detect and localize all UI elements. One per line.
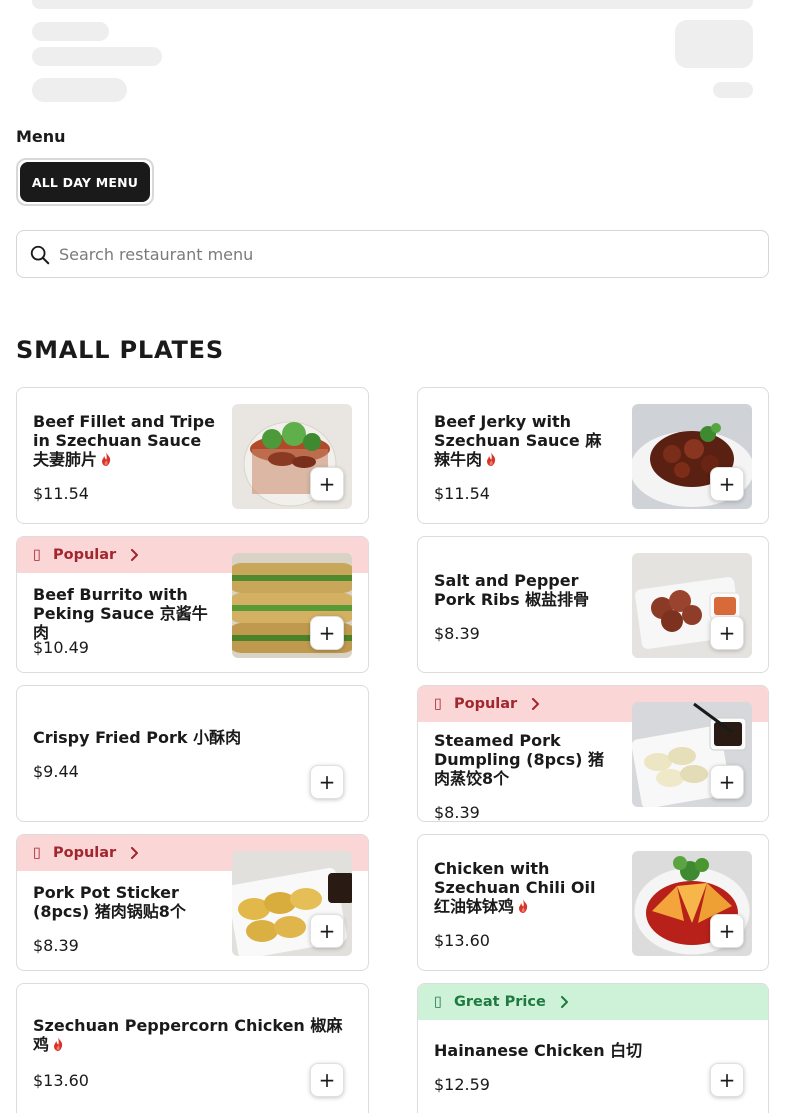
chevron-right-icon (560, 996, 568, 1008)
badge-label: Popular (454, 696, 518, 712)
menu-item-card[interactable]: ▯ Popular Beef Burrito with Peking Sauce… (16, 536, 369, 673)
menu-item-card[interactable]: Chicken with Szechuan Chili Oil 红油钵钵鸡 $1… (417, 834, 769, 971)
popular-icon: ▯ (33, 547, 41, 563)
item-price: $11.54 (434, 484, 490, 503)
skeleton-line (32, 22, 109, 41)
badge-label: Great Price (454, 994, 546, 1010)
item-price: $10.49 (33, 638, 89, 657)
add-item-button[interactable]: + (710, 616, 744, 650)
skeleton-line (32, 78, 127, 102)
section-title: SMALL PLATES (16, 336, 224, 364)
menu-item-card[interactable]: ▯ Popular Pork Pot Sticker (8pcs) 猪肉锅贴8个… (16, 834, 369, 971)
add-item-button[interactable]: + (710, 914, 744, 948)
item-price: $13.60 (434, 931, 490, 950)
menu-item-card[interactable]: Beef Jerky with Szechuan Sauce 麻辣牛肉 $11.… (417, 387, 769, 524)
item-price: $12.59 (434, 1075, 490, 1094)
menu-heading: Menu (16, 127, 66, 146)
badge-label: Popular (53, 845, 117, 861)
item-name: Salt and Pepper Pork Ribs 椒盐排骨 (434, 571, 590, 609)
chevron-right-icon (130, 847, 138, 859)
item-price: $9.44 (33, 762, 79, 781)
item-name: Szechuan Peppercorn Chicken 椒麻鸡 (33, 1016, 343, 1054)
item-name: Beef Jerky with Szechuan Sauce 麻辣牛肉 (434, 412, 602, 469)
menu-item-card[interactable]: ▯ Popular Steamed Pork Dumpling (8pcs) 猪… (417, 685, 769, 822)
add-item-button[interactable]: + (310, 467, 344, 501)
item-name: Hainanese Chicken 白切 (434, 1041, 643, 1060)
search-bar[interactable] (16, 230, 769, 278)
skeleton-line (713, 82, 753, 98)
menu-item-card[interactable]: Beef Fillet and Tripe in Szechuan Sauce … (16, 387, 369, 524)
item-name: Steamed Pork Dumpling (8pcs) 猪肉蒸饺8个 (434, 731, 604, 788)
add-item-button[interactable]: + (310, 765, 344, 799)
item-name: Beef Fillet and Tripe in Szechuan Sauce … (33, 412, 215, 469)
flame-icon (517, 899, 529, 913)
great-price-icon: ▯ (434, 994, 442, 1010)
menu-tab-label: ALL DAY MENU (20, 162, 150, 202)
flame-icon (485, 452, 497, 466)
skeleton-bar (32, 0, 753, 9)
menu-item-card[interactable]: ▯ Great Price Hainanese Chicken 白切 $12.5… (417, 983, 769, 1113)
item-price: $8.39 (434, 803, 480, 822)
badge-label: Popular (53, 547, 117, 563)
add-item-button[interactable]: + (310, 1063, 344, 1097)
search-icon (30, 245, 50, 265)
add-item-button[interactable]: + (710, 1063, 744, 1097)
skeleton-line (32, 47, 162, 66)
item-name: Beef Burrito with Peking Sauce 京酱牛肉 (33, 585, 208, 642)
item-price: $11.54 (33, 484, 89, 503)
item-price: $8.39 (434, 624, 480, 643)
menu-item-card[interactable]: Crispy Fried Pork 小酥肉 $9.44 + (16, 685, 369, 822)
add-item-button[interactable]: + (310, 914, 344, 948)
search-input[interactable] (59, 239, 749, 269)
add-item-button[interactable]: + (710, 765, 744, 799)
flame-icon (52, 1037, 64, 1051)
menu-tab-all-day[interactable]: ALL DAY MENU (16, 158, 154, 206)
menu-item-card[interactable]: Salt and Pepper Pork Ribs 椒盐排骨 $8.39 + (417, 536, 769, 673)
chevron-right-icon (130, 549, 138, 561)
add-item-button[interactable]: + (310, 616, 344, 650)
menu-item-card[interactable]: Szechuan Peppercorn Chicken 椒麻鸡 $13.60 + (16, 983, 369, 1113)
chevron-right-icon (531, 698, 539, 710)
skeleton-block (675, 20, 753, 68)
item-price: $13.60 (33, 1071, 89, 1090)
item-name: Pork Pot Sticker (8pcs) 猪肉锅贴8个 (33, 883, 186, 921)
popular-icon: ▯ (434, 696, 442, 712)
add-item-button[interactable]: + (710, 467, 744, 501)
great-price-badge[interactable]: ▯ Great Price (418, 984, 768, 1020)
item-price: $8.39 (33, 936, 79, 955)
flame-icon (100, 452, 112, 466)
item-name: Crispy Fried Pork 小酥肉 (33, 728, 242, 747)
popular-icon: ▯ (33, 845, 41, 861)
item-name: Chicken with Szechuan Chili Oil 红油钵钵鸡 (434, 859, 596, 916)
